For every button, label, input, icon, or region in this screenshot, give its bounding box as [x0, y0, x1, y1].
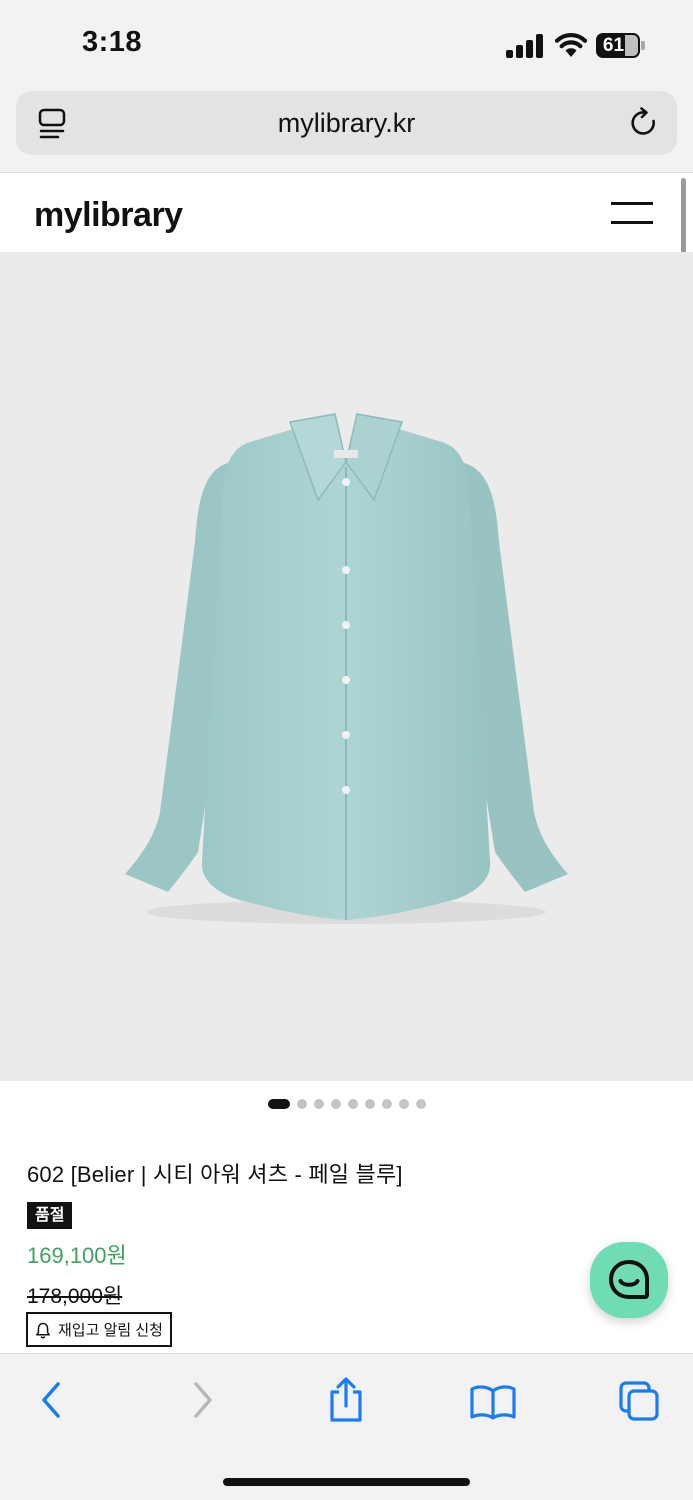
carousel-dot[interactable]: [347, 1099, 358, 1109]
chat-icon: [609, 1260, 649, 1299]
browser-address-area: mylibrary.kr: [0, 88, 693, 173]
carousel-dot[interactable]: [296, 1099, 307, 1109]
reload-icon[interactable]: [628, 107, 660, 139]
status-bar: 3:18 61: [0, 0, 693, 88]
forward-icon[interactable]: [186, 1380, 218, 1420]
carousel-dot[interactable]: [398, 1099, 409, 1109]
site-logo[interactable]: mylibrary: [34, 196, 183, 235]
sale-price: 169,100원: [27, 1243, 127, 1268]
home-indicator[interactable]: [223, 1478, 470, 1486]
status-badge: 품절: [27, 1202, 73, 1229]
carousel-dot[interactable]: [267, 1099, 290, 1109]
status-time: 3:18: [82, 26, 143, 58]
battery-icon: 61: [596, 33, 646, 58]
bell-icon: [36, 1322, 50, 1339]
carousel-dot[interactable]: [381, 1099, 392, 1109]
reader-icon[interactable]: [38, 108, 68, 140]
restock-alert-button[interactable]: 재입고 알림 신청: [26, 1312, 172, 1347]
site-header: mylibrary: [0, 174, 693, 252]
bookmarks-icon[interactable]: [469, 1384, 517, 1420]
tabs-icon[interactable]: [617, 1379, 661, 1423]
signal-icon: [506, 34, 544, 58]
wifi-icon: [554, 33, 588, 57]
carousel-dot[interactable]: [415, 1099, 426, 1109]
product-image[interactable]: [0, 252, 693, 1081]
hamburger-icon[interactable]: [611, 200, 653, 226]
carousel-dot[interactable]: [313, 1099, 324, 1109]
original-price: 178,000원: [27, 1285, 123, 1308]
url-text[interactable]: mylibrary.kr: [16, 91, 677, 155]
battery-level: 61: [602, 35, 625, 56]
product-name: 602 [Belier | 시티 아워 셔츠 - 페일 블루]: [27, 1162, 403, 1187]
restock-label: 재입고 알림 신청: [58, 1322, 163, 1339]
back-icon[interactable]: [36, 1380, 68, 1420]
browser-toolbar: [0, 1353, 693, 1500]
chat-button[interactable]: [590, 1242, 668, 1318]
carousel-dot[interactable]: [330, 1099, 341, 1109]
address-bar[interactable]: mylibrary.kr: [16, 91, 677, 155]
shirt-image: [125, 413, 568, 924]
image-carousel-dots: [0, 1097, 693, 1111]
share-icon[interactable]: [326, 1376, 366, 1424]
carousel-dot[interactable]: [364, 1099, 375, 1109]
